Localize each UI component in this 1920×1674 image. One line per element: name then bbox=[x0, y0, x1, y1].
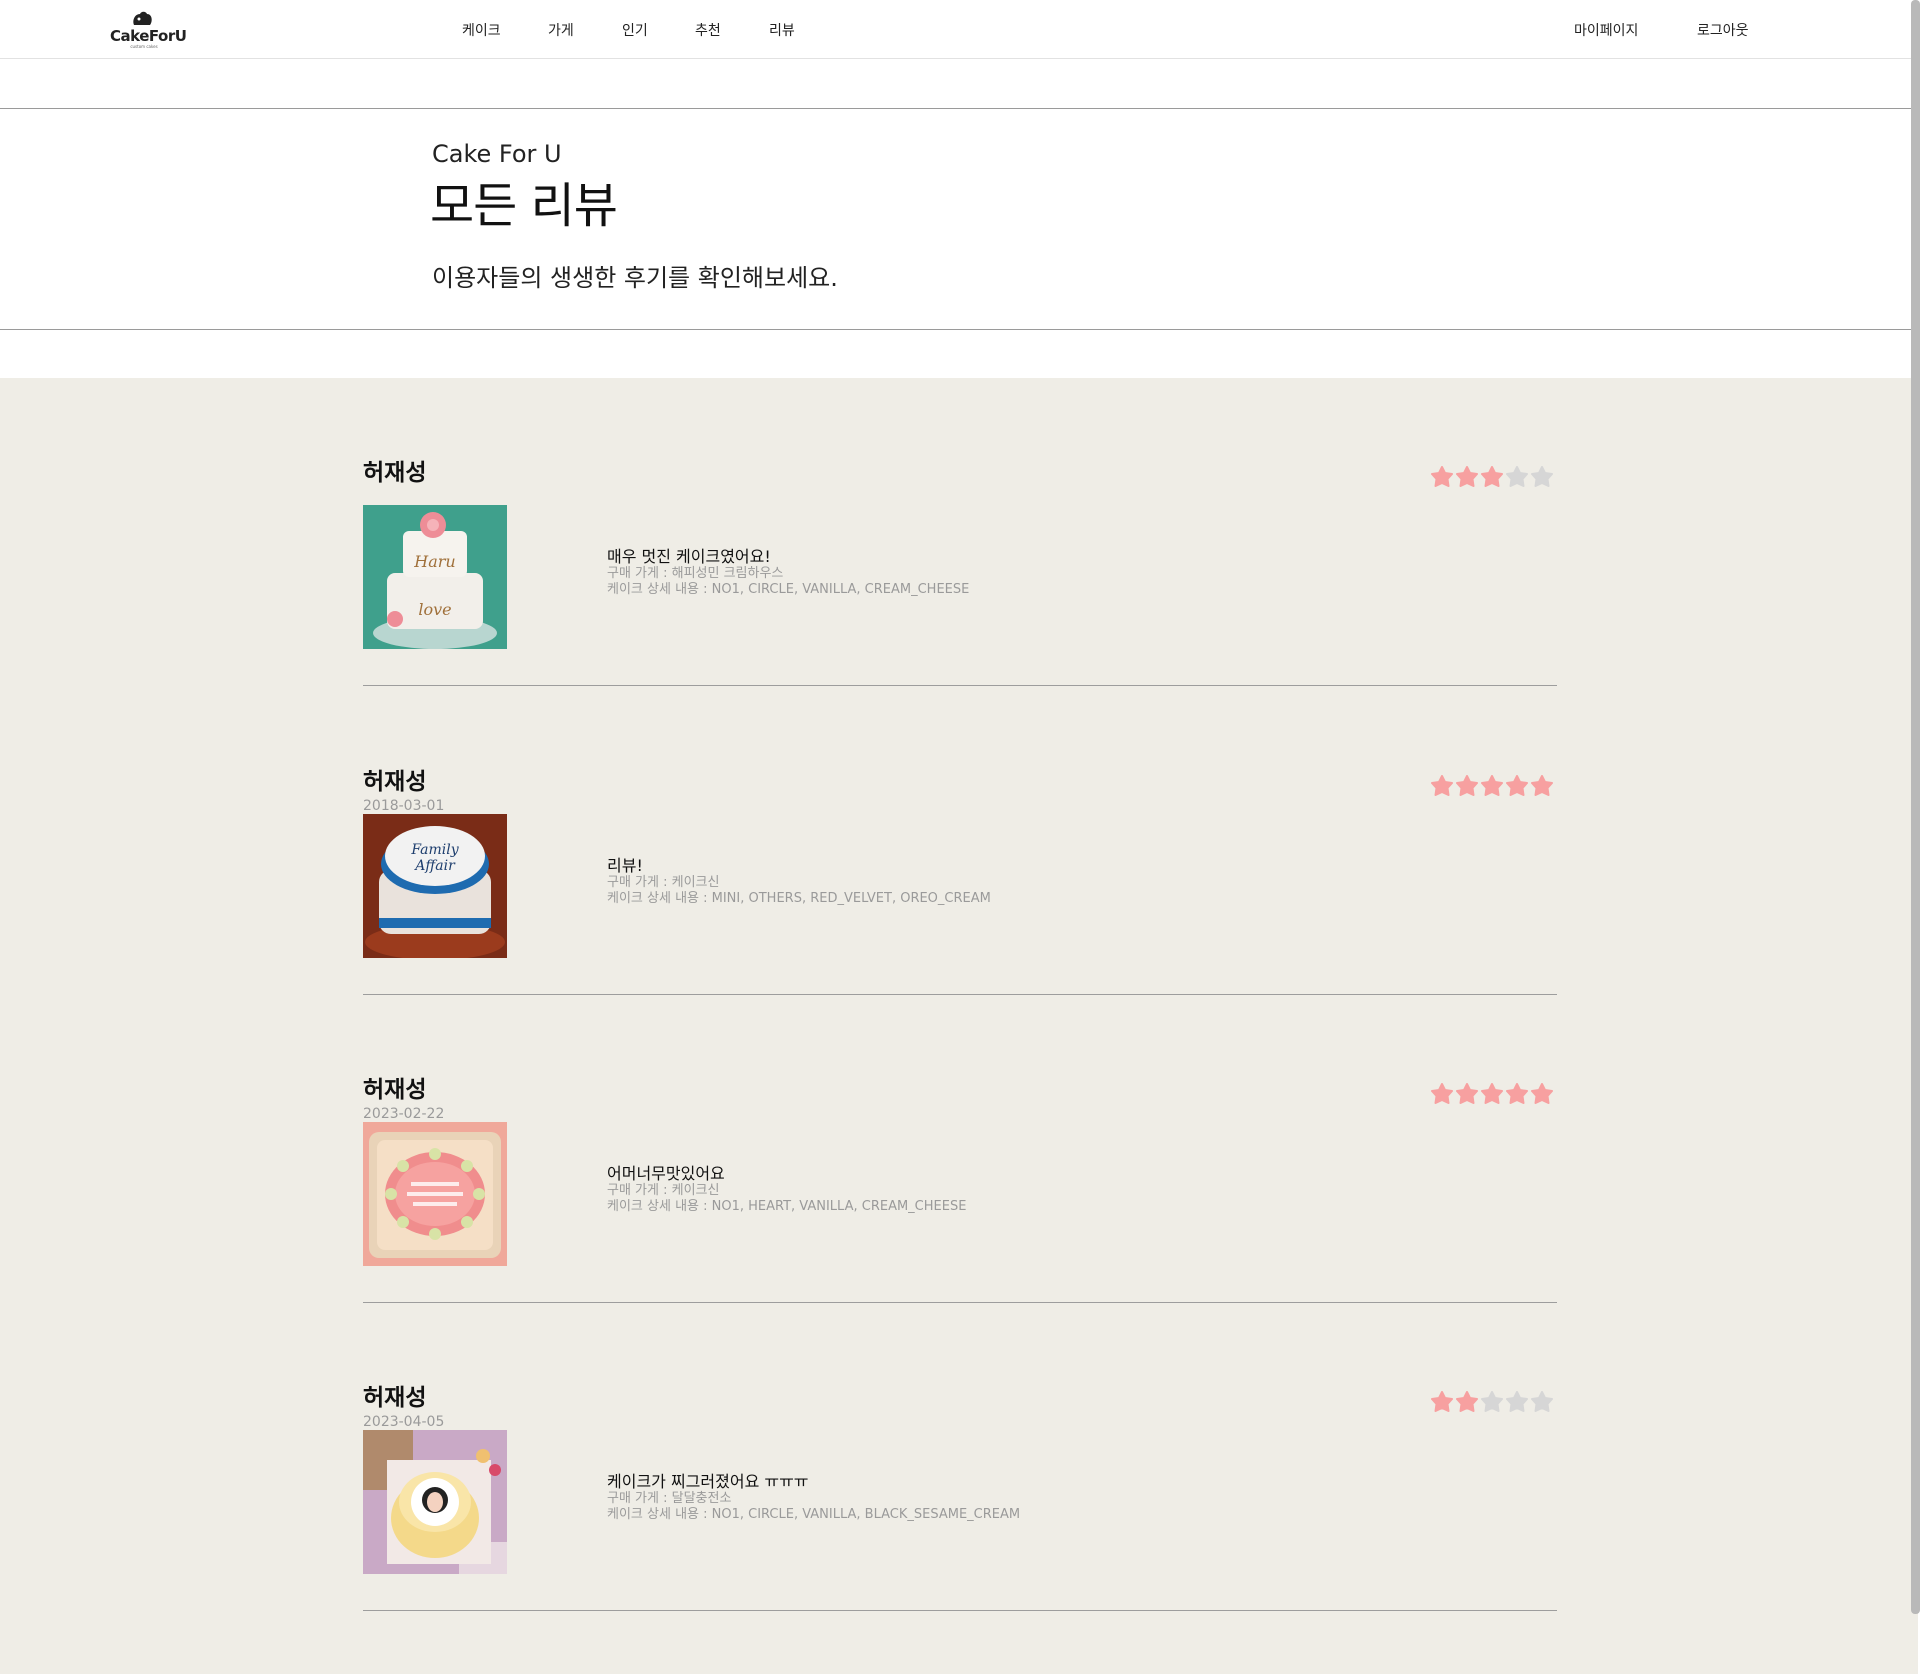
star-filled-icon bbox=[1431, 1083, 1453, 1104]
vertical-scrollbar[interactable] bbox=[1911, 0, 1920, 1614]
review-date: 2023-02-22 bbox=[363, 1106, 445, 1122]
hero-bottom-divider bbox=[0, 329, 1918, 330]
star-filled-icon bbox=[1431, 775, 1453, 796]
brand-tagline: custom cakes bbox=[130, 44, 158, 49]
svg-text:Family: Family bbox=[410, 842, 459, 858]
top-navigation: CakeForU custom cakes 케이크 가게 인기 추천 리뷰 마이… bbox=[0, 0, 1918, 59]
review-store: 구매 가게 : 해피성민 크림하우스 bbox=[607, 566, 784, 581]
review-cake-detail: 케이크 상세 내용 : MINI, OTHERS, RED_VELVET, OR… bbox=[607, 891, 991, 906]
hero-top-divider bbox=[0, 108, 1918, 109]
star-empty-icon bbox=[1531, 1391, 1553, 1412]
review-author: 허재성 bbox=[363, 1077, 427, 1103]
review-cake-detail: 케이크 상세 내용 : NO1, CIRCLE, VANILLA, CREAM_… bbox=[607, 582, 970, 597]
review-content: 케이크가 찌그러졌어요 ㅠㅠㅠ 구매 가게 : 달달충전소 케이크 상세 내용 … bbox=[607, 1473, 1020, 1523]
review-content: 매우 멋진 케이크였어요! 구매 가게 : 해피성민 크림하우스 케이크 상세 … bbox=[607, 548, 969, 598]
star-empty-icon bbox=[1481, 1391, 1503, 1412]
nav-popular[interactable]: 인기 bbox=[622, 20, 648, 40]
nav-store[interactable]: 가게 bbox=[548, 20, 574, 40]
review-cake-image[interactable]: Haru love bbox=[363, 505, 507, 649]
brand-name: CakeForU bbox=[110, 27, 187, 45]
star-filled-icon bbox=[1481, 775, 1503, 796]
review-card: 허재성 2023-02-22 어머너무맛있어요 구매 가게: 케이크신 케이크… bbox=[363, 995, 1557, 1303]
review-cake-detail: 케이크 상세 내용 : NO1, HEART, VANILLA, CREAM_C… bbox=[607, 1199, 967, 1214]
review-store: 구매 가게 : 달달충전소 bbox=[607, 1491, 732, 1506]
nav-recommend[interactable]: 추천 bbox=[695, 20, 721, 40]
star-empty-icon bbox=[1506, 1391, 1528, 1412]
star-filled-icon bbox=[1531, 775, 1553, 796]
star-filled-icon bbox=[1456, 1391, 1478, 1412]
rating-stars bbox=[1431, 775, 1557, 797]
rating-stars bbox=[1431, 466, 1557, 488]
nav-review[interactable]: 리뷰 bbox=[769, 20, 795, 40]
review-store: 구매 가게 : 케이크신 bbox=[607, 1183, 720, 1198]
review-date: 2023-04-05 bbox=[363, 1414, 445, 1430]
review-cake-image[interactable] bbox=[363, 1430, 507, 1574]
review-title: 매우 멋진 케이크였어요! bbox=[607, 547, 771, 566]
star-filled-icon bbox=[1456, 775, 1478, 796]
review-author: 허재성 bbox=[363, 460, 427, 486]
star-filled-icon bbox=[1456, 466, 1478, 487]
rating-stars bbox=[1431, 1391, 1557, 1413]
star-filled-icon bbox=[1506, 775, 1528, 796]
review-date: 2018-03-01 bbox=[363, 798, 445, 814]
review-content: 리뷰! 구매 가게 : 케이크신 케이크 상세 내용 : MINI, OTHER… bbox=[607, 857, 991, 907]
hero-subtitle: Cake For U bbox=[432, 140, 562, 168]
review-cake-image[interactable]: Family Affair bbox=[363, 814, 507, 958]
review-card: 허재성 2018-03-01 Family Affair 리뷰! 구매 가게 :… bbox=[363, 687, 1557, 995]
star-filled-icon bbox=[1531, 1083, 1553, 1104]
svg-text:Haru: Haru bbox=[413, 552, 455, 571]
review-author: 허재성 bbox=[363, 1385, 427, 1411]
svg-text:Affair: Affair bbox=[413, 858, 456, 874]
review-store: 구매 가게 : 케이크신 bbox=[607, 875, 720, 890]
review-card: 허재성 Haru love 매우 멋진 케이크였어요! 구매 가게 : 해피성민… bbox=[363, 378, 1557, 686]
star-filled-icon bbox=[1456, 1083, 1478, 1104]
page-title: 모든 리뷰 bbox=[430, 178, 618, 234]
star-empty-icon bbox=[1531, 466, 1553, 487]
star-empty-icon bbox=[1506, 466, 1528, 487]
star-filled-icon bbox=[1506, 1083, 1528, 1104]
review-list: 허재성 Haru love 매우 멋진 케이크였어요! 구매 가게 : 해피성민… bbox=[0, 378, 1918, 1674]
nav-logout[interactable]: 로그아웃 bbox=[1697, 20, 1749, 40]
star-filled-icon bbox=[1431, 1391, 1453, 1412]
review-card: 허재성 2023-04-05 케이크가 찌그러졌어요 ㅠㅠㅠ 구매 가게 : 달… bbox=[363, 1303, 1557, 1611]
rating-stars bbox=[1431, 1083, 1557, 1105]
star-filled-icon bbox=[1481, 466, 1503, 487]
review-content: 어머너무맛있어요 구매 가게 : 케이크신 케이크 상세 내용 : NO1, H… bbox=[607, 1165, 966, 1215]
hero-description: 이용자들의 생생한 후기를 확인해보세요. bbox=[432, 264, 838, 292]
review-title: 어머너무맛있어요 bbox=[607, 1164, 725, 1183]
review-title: 리뷰! bbox=[607, 856, 643, 875]
cake-logo-icon bbox=[133, 11, 152, 25]
star-filled-icon bbox=[1481, 1083, 1503, 1104]
review-author: 허재성 bbox=[363, 769, 427, 795]
svg-text:love: love bbox=[418, 600, 451, 619]
review-cake-image[interactable] bbox=[363, 1122, 507, 1266]
cakeforu-logo[interactable]: CakeForU custom cakes bbox=[110, 11, 187, 51]
review-cake-detail: 케이크 상세 내용 : NO1, CIRCLE, VANILLA, BLACK_… bbox=[607, 1507, 1021, 1522]
nav-cake[interactable]: 케이크 bbox=[462, 20, 501, 40]
star-filled-icon bbox=[1431, 466, 1453, 487]
review-title: 케이크가 찌그러졌어요 ㅠㅠㅠ bbox=[607, 1472, 809, 1491]
nav-mypage[interactable]: 마이페이지 bbox=[1574, 20, 1638, 40]
